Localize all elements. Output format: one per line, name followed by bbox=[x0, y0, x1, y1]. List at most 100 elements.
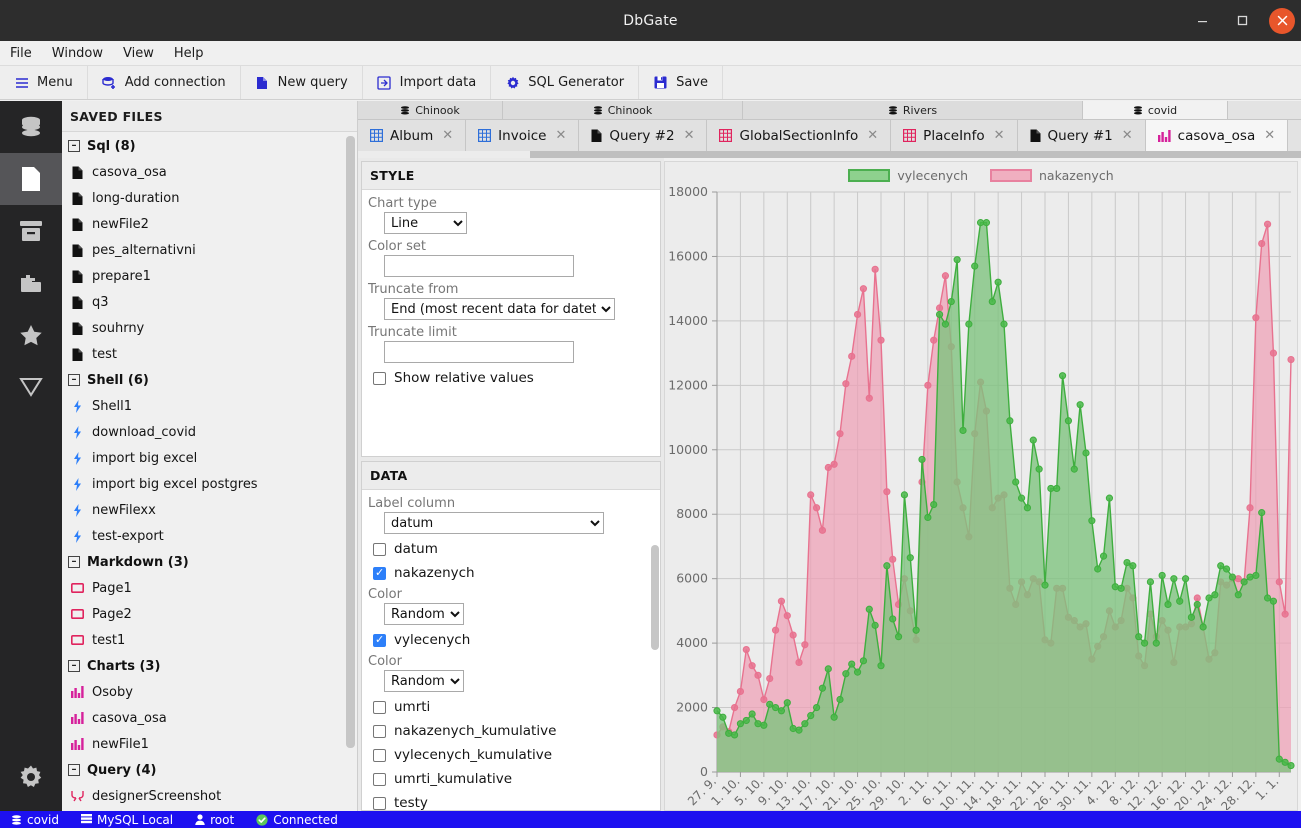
truncate-from-select[interactable]: End (most recent data for datetime) bbox=[384, 298, 615, 320]
minimize-icon[interactable] bbox=[1183, 6, 1221, 36]
rail-item-plugins[interactable] bbox=[0, 257, 62, 309]
column-checkbox-umrti[interactable] bbox=[373, 700, 386, 714]
file-item-shell1[interactable]: Shell1 bbox=[62, 393, 357, 419]
truncate-limit-input[interactable] bbox=[384, 341, 574, 363]
file-item-test1[interactable]: test1 bbox=[62, 627, 357, 653]
file-group-shell[interactable]: – Shell (6) bbox=[62, 367, 357, 393]
import-data-button[interactable]: Import data bbox=[363, 66, 492, 99]
column-checkbox-umrti-kumulative[interactable] bbox=[373, 772, 386, 786]
menu-file[interactable]: File bbox=[10, 46, 32, 61]
tab-group-chinook-1[interactable]: Chinook bbox=[358, 101, 503, 120]
file-item-casova-osa[interactable]: casova_osa bbox=[62, 159, 357, 185]
file-group-markdown[interactable]: – Markdown (3) bbox=[62, 549, 357, 575]
rail-item-archive[interactable] bbox=[0, 205, 62, 257]
file-item-page1[interactable]: Page1 bbox=[62, 575, 357, 601]
label-column-select[interactable]: datum bbox=[384, 512, 604, 534]
tab-close-icon[interactable]: ✕ bbox=[684, 128, 695, 143]
column-row-testy[interactable]: testy bbox=[362, 791, 660, 810]
collapse-icon[interactable]: – bbox=[68, 556, 80, 568]
maximize-icon[interactable] bbox=[1223, 6, 1261, 36]
tab-close-icon[interactable]: ✕ bbox=[555, 128, 566, 143]
column-checkbox-testy[interactable] bbox=[373, 796, 386, 810]
tab-scrollbar[interactable] bbox=[358, 151, 1301, 158]
file-item-pes-alternativni[interactable]: pes_alternativni bbox=[62, 237, 357, 263]
collapse-icon[interactable]: – bbox=[68, 660, 80, 672]
legend-item-nakazenych[interactable]: nakazenych bbox=[990, 168, 1114, 183]
file-item-import-big-excel-postgres[interactable]: import big excel postgres bbox=[62, 471, 357, 497]
tab-query-1[interactable]: Query #1 ✕ bbox=[1017, 120, 1146, 151]
data-panel-scrollbar[interactable] bbox=[651, 545, 659, 650]
rail-item-settings[interactable] bbox=[0, 751, 62, 803]
tab-album[interactable]: Album ✕ bbox=[358, 120, 467, 151]
menu-button[interactable]: Menu bbox=[0, 66, 88, 99]
tab-close-icon[interactable]: ✕ bbox=[1264, 128, 1275, 143]
collapse-icon[interactable]: – bbox=[68, 764, 80, 776]
status-user[interactable]: root bbox=[184, 811, 245, 828]
rail-item-files[interactable] bbox=[0, 153, 62, 205]
tab-group-covid[interactable]: covid bbox=[1083, 101, 1228, 120]
color-select-nakazenych[interactable]: Random bbox=[384, 603, 464, 625]
file-item-newfile2[interactable]: newFile2 bbox=[62, 211, 357, 237]
column-row-vylecenych[interactable]: vylecenych bbox=[362, 628, 660, 652]
file-item-prepare1[interactable]: prepare1 bbox=[62, 263, 357, 289]
file-item-souhrny[interactable]: souhrny bbox=[62, 315, 357, 341]
collapse-icon[interactable]: – bbox=[68, 140, 80, 152]
tab-group-chinook-2[interactable]: Chinook bbox=[503, 101, 743, 120]
show-relative-values-row[interactable]: Show relative values bbox=[362, 366, 660, 390]
tab-query-2[interactable]: Query #2 ✕ bbox=[579, 120, 708, 151]
file-item-import-big-excel[interactable]: import big excel bbox=[62, 445, 357, 471]
column-checkbox-nakazenych-kumulative[interactable] bbox=[373, 724, 386, 738]
tab-globalsectioninfo[interactable]: GlobalSectionInfo ✕ bbox=[707, 120, 892, 151]
tab-placeinfo[interactable]: PlaceInfo ✕ bbox=[891, 120, 1018, 151]
tab-close-icon[interactable]: ✕ bbox=[442, 128, 453, 143]
saved-files-scrollbar[interactable] bbox=[346, 136, 355, 748]
status-server[interactable]: MySQL Local bbox=[70, 811, 184, 828]
color-select-vylecenych[interactable]: Random bbox=[384, 670, 464, 692]
column-checkbox-nakazenych[interactable] bbox=[373, 566, 386, 580]
file-group-sql[interactable]: – Sql (8) bbox=[62, 133, 357, 159]
column-row-umrti[interactable]: umrti bbox=[362, 695, 660, 719]
column-checkbox-datum[interactable] bbox=[373, 542, 386, 556]
status-database[interactable]: covid bbox=[0, 811, 70, 828]
tab-casova-osa[interactable]: casova_osa ✕ bbox=[1145, 120, 1289, 151]
menu-help[interactable]: Help bbox=[174, 46, 204, 61]
rail-item-filter[interactable] bbox=[0, 361, 62, 413]
column-row-nakazenych-kumulative[interactable]: nakazenych_kumulative bbox=[362, 719, 660, 743]
file-group-charts[interactable]: – Charts (3) bbox=[62, 653, 357, 679]
column-row-umrti-kumulative[interactable]: umrti_kumulative bbox=[362, 767, 660, 791]
collapse-icon[interactable]: – bbox=[68, 374, 80, 386]
show-relative-values-checkbox[interactable] bbox=[373, 371, 386, 385]
file-item-download-covid[interactable]: download_covid bbox=[62, 419, 357, 445]
sql-generator-button[interactable]: SQL Generator bbox=[491, 66, 640, 99]
add-connection-button[interactable]: Add connection bbox=[88, 66, 241, 99]
tab-close-icon[interactable]: ✕ bbox=[1122, 128, 1133, 143]
file-item-test[interactable]: test bbox=[62, 341, 357, 367]
menu-view[interactable]: View bbox=[123, 46, 154, 61]
tab-invoice[interactable]: Invoice ✕ bbox=[466, 120, 580, 151]
column-row-datum[interactable]: datum bbox=[362, 537, 660, 561]
file-item-test-export[interactable]: test-export bbox=[62, 523, 357, 549]
tab-group-rivers[interactable]: Rivers bbox=[743, 101, 1083, 120]
column-checkbox-vylecenych[interactable] bbox=[373, 633, 386, 647]
close-icon[interactable] bbox=[1269, 7, 1295, 34]
column-checkbox-vylecenych-kumulative[interactable] bbox=[373, 748, 386, 762]
legend-item-vylecenych[interactable]: vylecenych bbox=[848, 168, 968, 183]
status-connection[interactable]: Connected bbox=[245, 811, 349, 828]
file-item-long-duration[interactable]: long-duration bbox=[62, 185, 357, 211]
menu-window[interactable]: Window bbox=[52, 46, 103, 61]
file-item-chart-casova-osa[interactable]: casova_osa bbox=[62, 705, 357, 731]
column-row-vylecenych-kumulative[interactable]: vylecenych_kumulative bbox=[362, 743, 660, 767]
file-group-query[interactable]: – Query (4) bbox=[62, 757, 357, 783]
column-row-nakazenych[interactable]: nakazenych bbox=[362, 561, 660, 585]
chart-canvas[interactable]: 0200040006000800010000120001400016000180… bbox=[665, 184, 1298, 811]
file-item-designerscreenshot[interactable]: designerScreenshot bbox=[62, 783, 357, 809]
tab-close-icon[interactable]: ✕ bbox=[867, 128, 878, 143]
save-button[interactable]: Save bbox=[639, 66, 724, 99]
tab-close-icon[interactable]: ✕ bbox=[994, 128, 1005, 143]
rail-item-favorites[interactable] bbox=[0, 309, 62, 361]
file-item-osoby[interactable]: Osoby bbox=[62, 679, 357, 705]
file-item-newfilexx[interactable]: newFilexx bbox=[62, 497, 357, 523]
color-set-input[interactable] bbox=[384, 255, 574, 277]
rail-item-connections[interactable] bbox=[0, 101, 62, 153]
file-item-q3[interactable]: q3 bbox=[62, 289, 357, 315]
